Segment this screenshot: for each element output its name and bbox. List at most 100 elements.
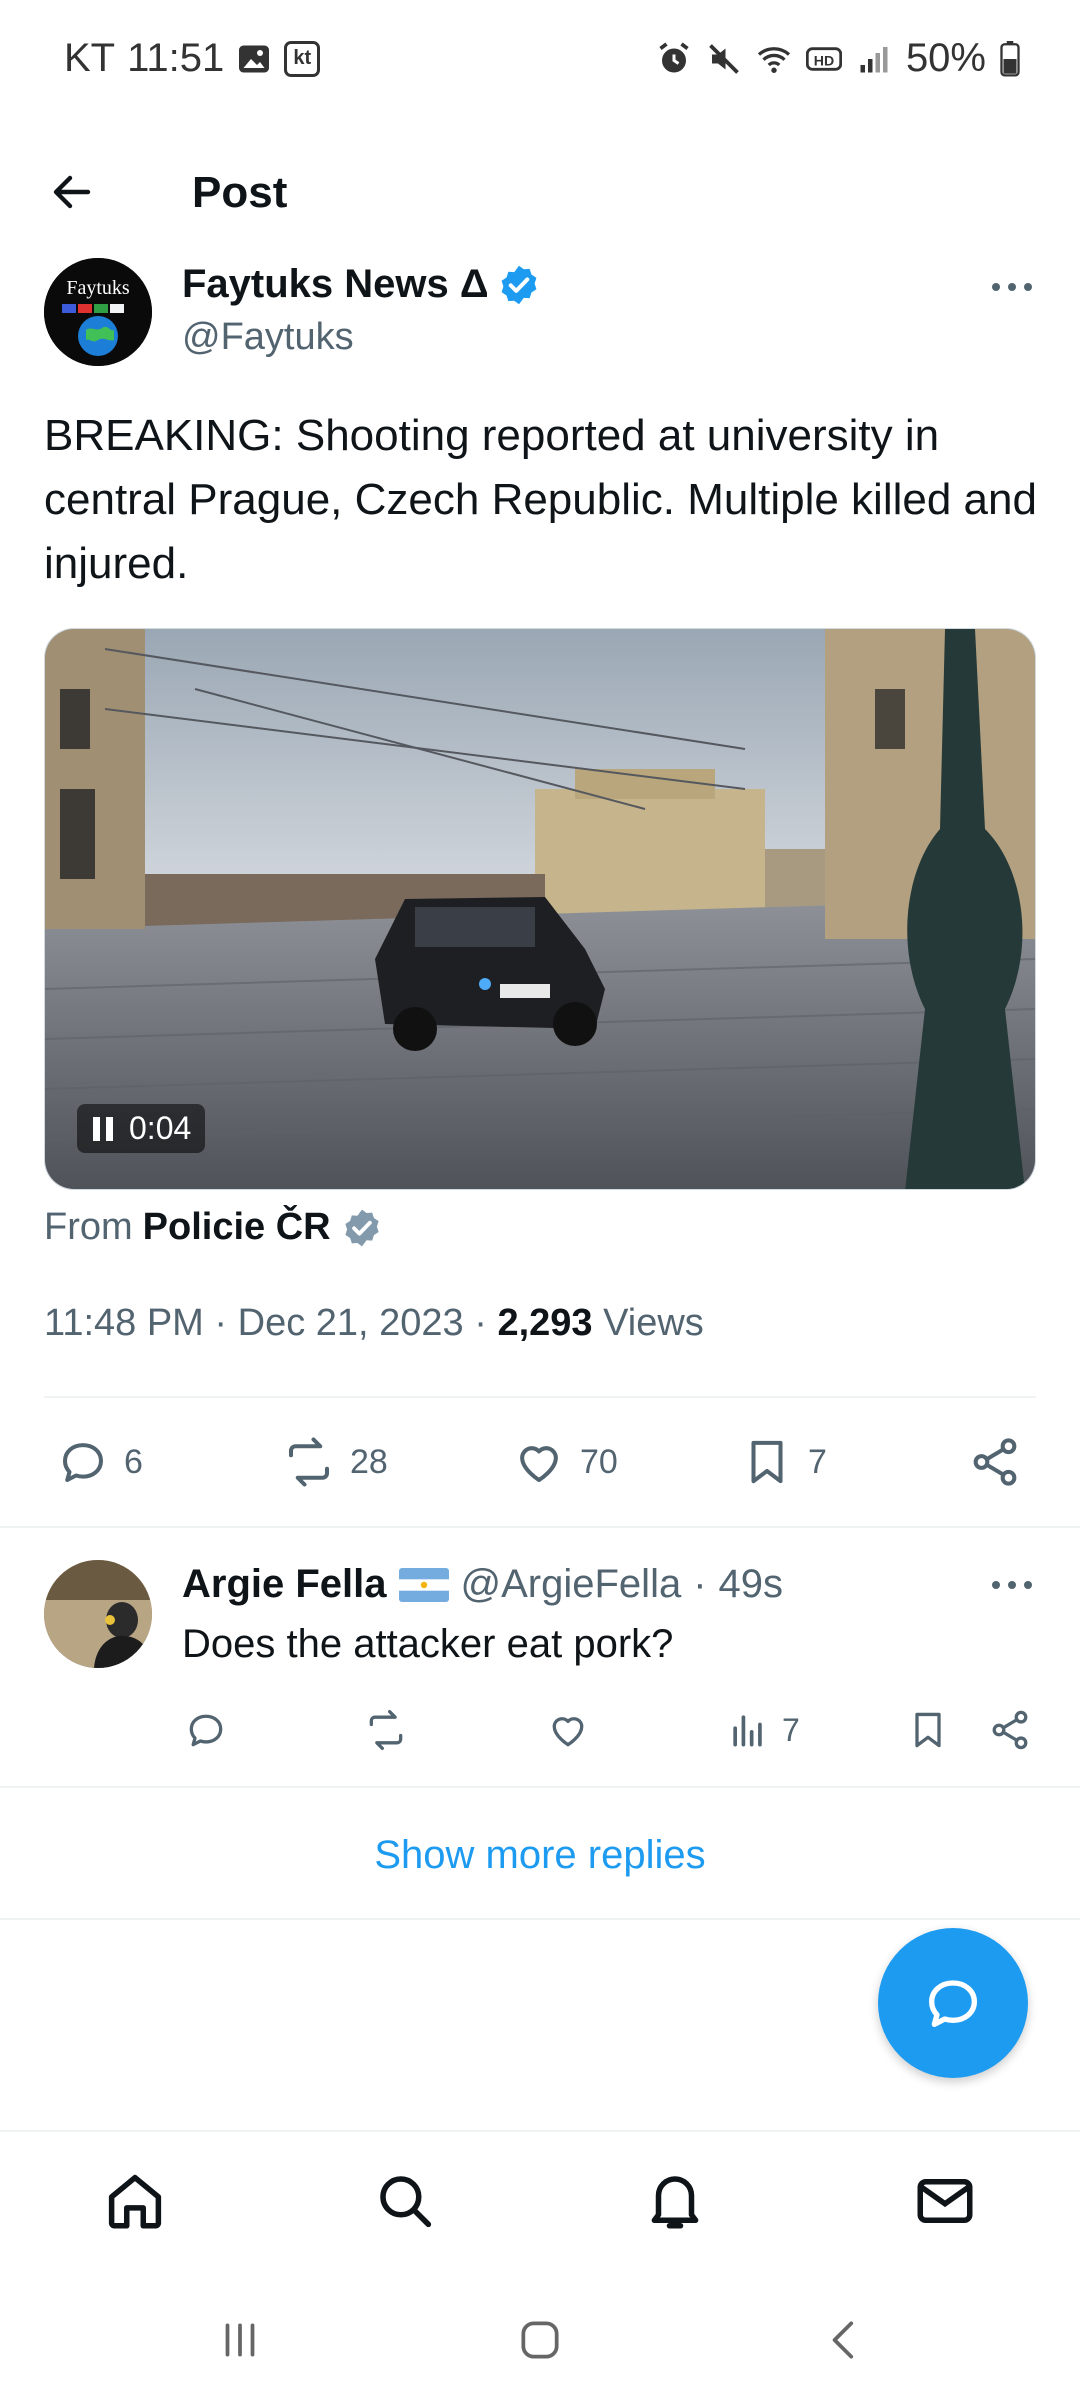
divider (0, 1786, 1080, 1788)
heart-icon (520, 1446, 558, 1483)
more-options-icon (992, 1581, 1032, 1589)
repost-button[interactable]: 28 (282, 1420, 388, 1504)
reply-bookmark-button[interactable] (906, 1700, 950, 1760)
recent-apps-icon (225, 2323, 255, 2357)
reply-icon (189, 1714, 223, 1747)
reply-views-button[interactable]: 7 (726, 1700, 800, 1760)
video-source-line[interactable]: From Policie ČR (44, 1206, 383, 1249)
reply-views-count: 7 (782, 1711, 800, 1748)
video-time: 0:04 (129, 1110, 192, 1146)
from-prefix: From (44, 1206, 133, 1248)
status-left: KT 11:51 kt (64, 36, 321, 81)
kt-app-icon: kt (284, 40, 321, 77)
bottom-navigation (0, 2130, 1080, 2270)
nav-messages[interactable] (910, 2166, 980, 2236)
nav-notifications[interactable] (640, 2166, 710, 2236)
gallery-icon (236, 41, 272, 77)
compose-reply-fab[interactable] (878, 1928, 1028, 2078)
like-button[interactable]: 70 (512, 1420, 618, 1504)
views-count[interactable]: 2,293 (497, 1302, 592, 1344)
status-right: HD 50% (656, 36, 1020, 81)
repost-count: 28 (350, 1442, 388, 1481)
top-app-bar: Post (0, 120, 1080, 270)
avatar-logo-text: Faytuks (66, 277, 130, 299)
mail-icon (917, 2179, 973, 2223)
reply-actions: 7 (0, 1700, 1080, 1760)
meta-separator: · (474, 1302, 487, 1344)
author-avatar[interactable]: Faytuks (44, 258, 152, 366)
bookmark-button[interactable]: 7 (740, 1420, 827, 1504)
video-time-badge[interactable]: 0:04 (77, 1104, 206, 1153)
wifi-icon (756, 41, 792, 77)
status-bar: KT 11:51 kt HD 50% (0, 0, 1080, 120)
nav-search[interactable] (370, 2166, 440, 2236)
reply-count: 6 (124, 1442, 143, 1481)
pause-icon (93, 1116, 113, 1141)
home-icon (108, 2174, 162, 2229)
share-icon (992, 1710, 1028, 1750)
back-system-button[interactable] (815, 2310, 875, 2370)
verified-gray-badge-icon (341, 1207, 383, 1249)
author-name[interactable]: Faytuks News Δ (182, 262, 489, 307)
reply-more-button[interactable] (986, 1570, 1038, 1600)
author-name-row[interactable]: Faytuks News Δ (182, 262, 541, 307)
views-chart-icon (733, 1715, 762, 1747)
reply-repost-button[interactable] (364, 1700, 408, 1760)
home-square-icon (521, 2321, 559, 2359)
battery-percent: 50% (905, 36, 986, 80)
argentina-flag-icon (398, 1567, 449, 1602)
signal-icon (856, 41, 892, 77)
more-options-icon (992, 283, 1032, 291)
share-button[interactable] (968, 1420, 1022, 1504)
svg-text:HD: HD (814, 52, 834, 68)
views-label[interactable]: Views (603, 1302, 704, 1344)
post-meta: 11:48 PM · Dec 21, 2023 · 2,293 Views (44, 1302, 704, 1345)
post-video[interactable]: 0:04 (44, 628, 1036, 1190)
repost-icon (369, 1710, 403, 1750)
reply-avatar[interactable] (44, 1560, 152, 1668)
show-more-replies-link[interactable]: Show more replies (0, 1790, 1080, 1920)
meta-separator: · (214, 1302, 228, 1344)
reply-bubble-icon (929, 1980, 977, 2027)
heart-icon (552, 1717, 584, 1747)
reply-author-name[interactable]: Argie Fella (182, 1562, 387, 1607)
post-date: Dec 21, 2023 (237, 1302, 464, 1344)
divider (44, 1396, 1036, 1398)
alarm-icon (656, 41, 692, 77)
bell-icon (651, 2176, 699, 2229)
bookmark-count: 7 (808, 1442, 827, 1481)
post-more-button[interactable] (986, 272, 1038, 302)
from-source[interactable]: Policie ČR (143, 1206, 331, 1249)
share-icon (973, 1438, 1017, 1486)
reply-button[interactable]: 6 (56, 1420, 143, 1504)
back-arrow-icon (53, 175, 91, 209)
reply-reply-button[interactable] (184, 1700, 228, 1760)
search-icon (380, 2176, 432, 2228)
repost-icon (288, 1437, 330, 1487)
recent-apps-button[interactable] (210, 2310, 270, 2370)
like-count: 70 (580, 1442, 618, 1481)
post-text: BREAKING: Shooting reported at universit… (44, 411, 1037, 588)
bookmark-icon (915, 1712, 941, 1748)
reply-text: Does the attacker eat pork? (182, 1622, 674, 1666)
clock: 11:51 (127, 36, 225, 80)
mute-icon (706, 41, 742, 77)
post-actions: 6 28 70 7 (0, 1420, 1080, 1504)
post-time: 11:48 PM (44, 1302, 204, 1344)
back-button[interactable] (40, 160, 104, 224)
bookmark-icon (751, 1440, 783, 1484)
divider (0, 1918, 1080, 1920)
chevron-left-icon (832, 2321, 854, 2359)
page-title: Post (192, 168, 288, 217)
reply-like-button[interactable] (546, 1700, 590, 1760)
author-handle[interactable]: @Faytuks (182, 316, 354, 359)
home-system-button[interactable] (510, 2310, 570, 2370)
reply-share-button[interactable] (988, 1700, 1032, 1760)
verified-badge-icon (497, 263, 541, 307)
nav-home[interactable] (100, 2166, 170, 2236)
reply-separator: · (693, 1562, 707, 1606)
reply-header: Argie Fella @ArgieFella · 49s (182, 1562, 783, 1607)
system-navigation-bar (0, 2270, 1080, 2400)
reply-icon (62, 1443, 104, 1483)
reply-author-handle[interactable]: @ArgieFella (461, 1562, 682, 1607)
